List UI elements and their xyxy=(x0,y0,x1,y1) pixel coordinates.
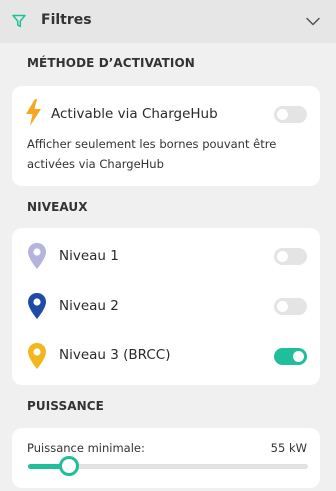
map-pin-icon-level-1 xyxy=(28,243,46,269)
activation-card: Activable via ChargeHub Afficher seuleme… xyxy=(12,86,320,186)
level-3-toggle[interactable] xyxy=(274,348,307,365)
section-title-power: PUISSANCE xyxy=(27,399,104,413)
toggle-knob xyxy=(277,109,288,120)
section-title-activation: MÉTHODE D’ACTIVATION xyxy=(27,56,195,70)
activation-description-line1: Afficher seulement les bornes pouvant êt… xyxy=(27,137,277,151)
level-2-toggle[interactable] xyxy=(274,298,307,315)
level-2-label: Niveau 2 xyxy=(59,298,119,314)
map-pin-icon-level-2 xyxy=(28,293,46,319)
power-slider-thumb[interactable] xyxy=(59,456,79,476)
level-1-toggle[interactable] xyxy=(274,248,307,265)
section-title-levels: NIVEAUX xyxy=(27,200,88,214)
min-power-value: 55 kW xyxy=(270,441,307,455)
header-title: Filtres xyxy=(41,12,92,28)
level-3-label: Niveau 3 (BRCC) xyxy=(59,347,171,363)
power-card: Puissance minimale: 55 kW xyxy=(12,428,320,488)
activation-toggle[interactable] xyxy=(274,106,307,123)
filter-funnel-icon xyxy=(12,14,26,28)
levels-card: Niveau 1 Niveau 2 Niveau 3 (BRCC) xyxy=(12,228,320,385)
level-1-label: Niveau 1 xyxy=(59,248,119,264)
toggle-knob xyxy=(277,251,288,262)
activation-description-line2: activées via ChargeHub xyxy=(27,157,164,171)
activation-label: Activable via ChargeHub xyxy=(51,106,218,122)
min-power-label: Puissance minimale: xyxy=(27,441,145,455)
map-pin-icon-level-3 xyxy=(28,343,46,369)
lightning-bolt-icon xyxy=(26,99,41,126)
filters-header[interactable]: Filtres xyxy=(0,0,336,43)
activation-description: Afficher seulement les bornes pouvant êt… xyxy=(27,134,276,174)
toggle-knob xyxy=(277,301,288,312)
chevron-down-icon[interactable] xyxy=(306,17,320,26)
toggle-knob xyxy=(293,351,304,362)
